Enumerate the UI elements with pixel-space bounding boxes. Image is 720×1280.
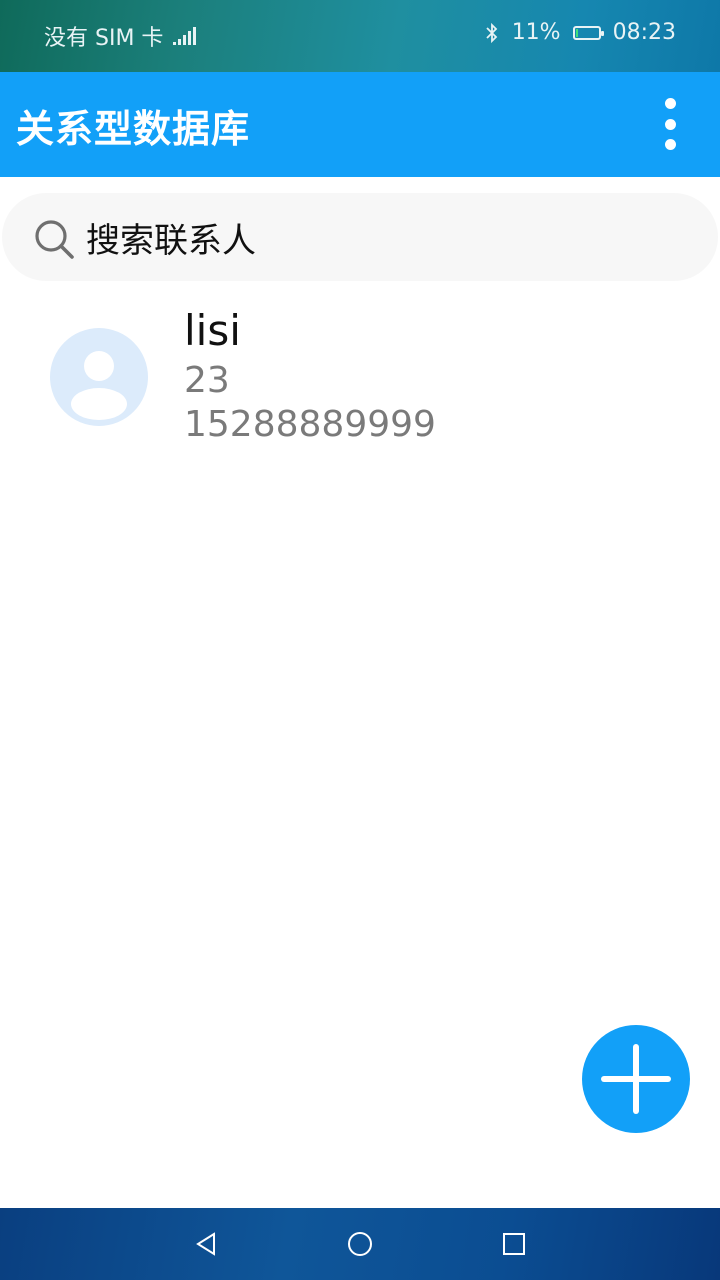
back-icon[interactable] — [188, 1226, 224, 1262]
person-icon — [71, 351, 127, 420]
more-dot — [664, 139, 676, 150]
more-options-button[interactable] — [650, 94, 690, 154]
status-bar: 没有 SIM 卡 11% 08:23 — [0, 0, 720, 72]
contact-phone: 15288889999 — [184, 404, 436, 445]
battery-level-fill — [575, 28, 578, 37]
more-dot — [664, 118, 676, 130]
clock: 08:23 — [612, 20, 676, 45]
recents-icon[interactable] — [496, 1226, 532, 1262]
home-icon[interactable] — [342, 1226, 378, 1262]
more-vertical-icon — [664, 98, 676, 109]
avatar — [50, 328, 148, 426]
contact-name: lisi — [184, 306, 241, 355]
signal-icon — [173, 27, 199, 45]
bluetooth-icon — [486, 22, 497, 43]
plus-icon — [601, 1044, 671, 1114]
status-right: 11% 08:23 — [484, 20, 676, 45]
contact-list-item[interactable]: lisi 23 15288889999 — [0, 300, 720, 460]
status-left: 没有 SIM 卡 — [44, 20, 199, 52]
search-icon — [35, 220, 74, 259]
add-contact-button[interactable] — [582, 1025, 690, 1133]
app-bar: 关系型数据库 — [0, 72, 720, 177]
carrier-text: 没有 SIM 卡 — [44, 26, 164, 51]
battery-icon — [572, 25, 604, 40]
app-title: 关系型数据库 — [16, 107, 251, 151]
battery-percent: 11% — [511, 20, 561, 45]
navigation-bar — [0, 1208, 720, 1280]
search-placeholder: 搜索联系人 — [86, 221, 256, 261]
search-input[interactable]: 搜索联系人 — [2, 193, 718, 281]
contact-age: 23 — [184, 360, 230, 401]
